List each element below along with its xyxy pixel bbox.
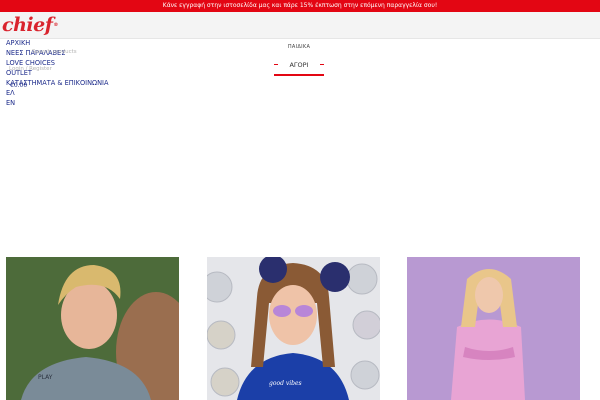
product-image: good vibes	[207, 257, 380, 400]
category-label: ΠΑΙΔΙΚΑ	[287, 44, 311, 50]
girl-face	[475, 277, 503, 313]
product-image	[407, 257, 580, 400]
sunglasses-right	[295, 305, 313, 317]
tshirt-print: PLAY	[38, 374, 53, 381]
search-input[interactable]: Search products	[32, 49, 77, 55]
cd-disc	[207, 271, 233, 303]
promo-text: Κάνε εγγραφή στην ιστοσελίδα μας και πάρ…	[162, 2, 438, 9]
cd-disc	[207, 320, 236, 350]
cd-disc	[352, 310, 380, 340]
logo-text: chief	[2, 14, 53, 36]
cart-total[interactable]: €0.00	[10, 82, 27, 89]
site-header: chief®	[0, 12, 600, 39]
cd-disc	[210, 367, 240, 397]
tab-boy[interactable]: ΑΓΟΡΙ	[274, 58, 324, 76]
nav-item-home[interactable]: ΑΡΧΙΚΗ	[6, 38, 108, 48]
sunglasses-left	[273, 305, 291, 317]
product-card[interactable]: PLAY	[6, 257, 179, 400]
hair-bow-right	[320, 262, 350, 292]
lang-en[interactable]: EN	[6, 98, 108, 108]
cd-disc	[350, 360, 380, 390]
product-card[interactable]	[407, 257, 580, 400]
login-register-link[interactable]: Login / Register	[9, 66, 52, 72]
product-image: PLAY	[6, 257, 179, 400]
registered-mark: ®	[53, 22, 58, 28]
product-card[interactable]: good vibes	[207, 257, 380, 400]
sweatshirt-print: good vibes	[269, 380, 302, 387]
brand-logo[interactable]: chief®	[2, 14, 58, 36]
promo-bar: Κάνε εγγραφή στην ιστοσελίδα μας και πάρ…	[0, 0, 600, 12]
cd-disc	[346, 263, 378, 295]
lang-el[interactable]: ΕΛ	[6, 88, 108, 98]
